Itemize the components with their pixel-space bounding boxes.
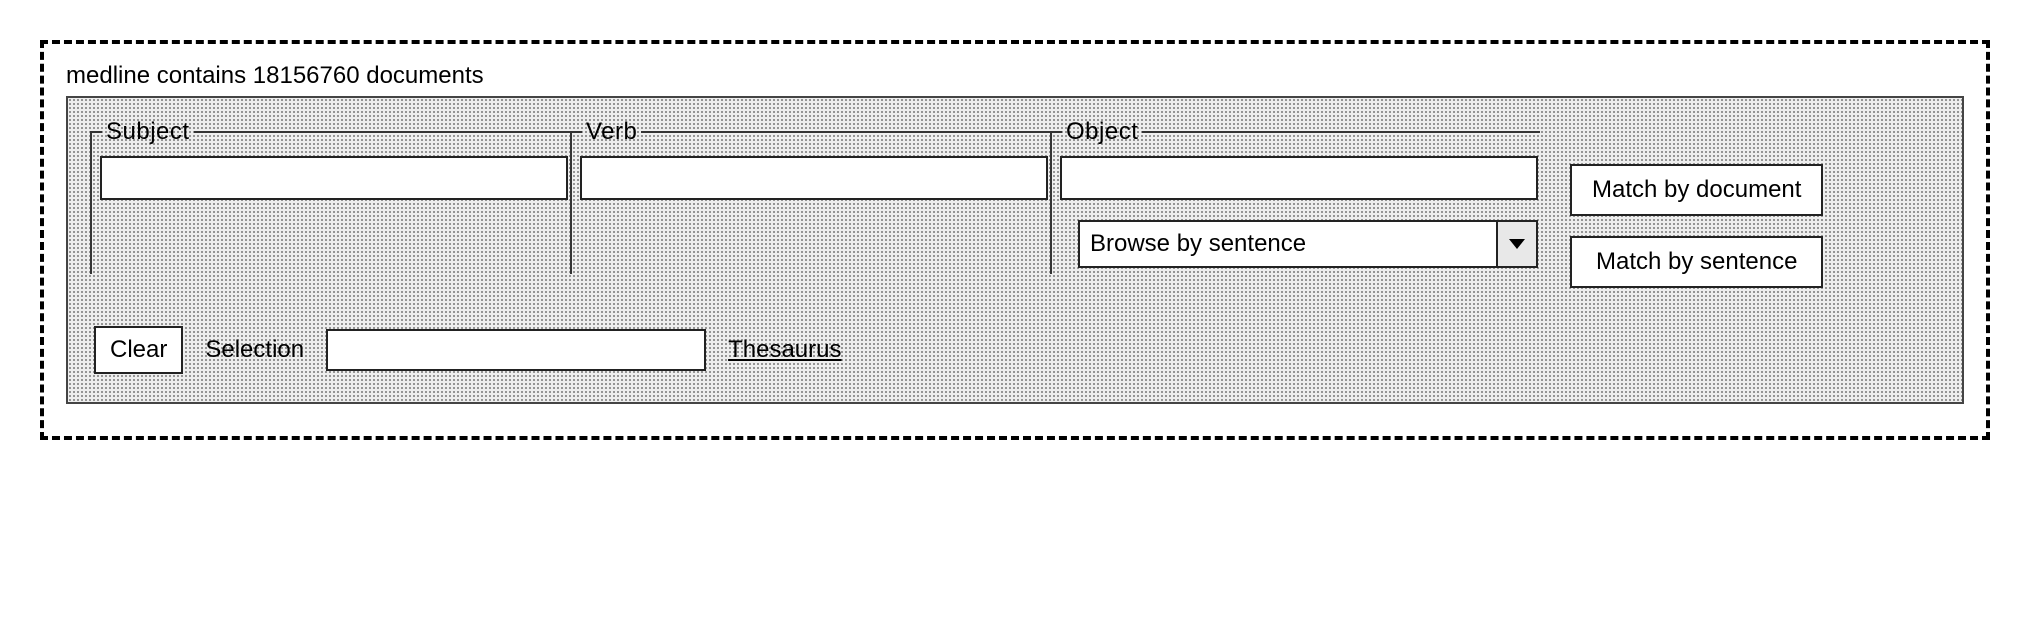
bottom-row: Clear Selection Thesaurus [90,326,1940,374]
svo-group: Subject Verb Object Browse by sentence [90,118,1540,274]
query-panel: Subject Verb Object Browse by sentence [66,96,1964,404]
match-by-sentence-button[interactable]: Match by sentence [1570,236,1823,288]
chevron-down-icon [1496,222,1536,266]
browse-select-text: Browse by sentence [1080,222,1496,266]
verb-fieldset: Verb [570,118,1050,274]
verb-label: Verb [582,118,641,146]
status-line: medline contains 18156760 documents [66,62,1964,90]
browse-select[interactable]: Browse by sentence [1078,220,1538,268]
clear-button[interactable]: Clear [94,326,183,374]
verb-input[interactable] [580,156,1048,200]
selection-input[interactable] [326,329,706,371]
right-buttons: Match by document Match by sentence [1570,118,1823,288]
object-input[interactable] [1060,156,1538,200]
subject-input[interactable] [100,156,568,200]
subject-fieldset: Subject [90,118,570,274]
thesaurus-link[interactable]: Thesaurus [728,336,841,364]
object-label: Object [1062,118,1142,146]
match-by-document-button[interactable]: Match by document [1570,164,1823,216]
subject-label: Subject [102,118,194,146]
object-fieldset: Object Browse by sentence [1050,118,1540,274]
selection-label: Selection [205,336,304,364]
top-row: Subject Verb Object Browse by sentence [90,118,1940,288]
outer-frame: medline contains 18156760 documents Subj… [40,40,1990,440]
